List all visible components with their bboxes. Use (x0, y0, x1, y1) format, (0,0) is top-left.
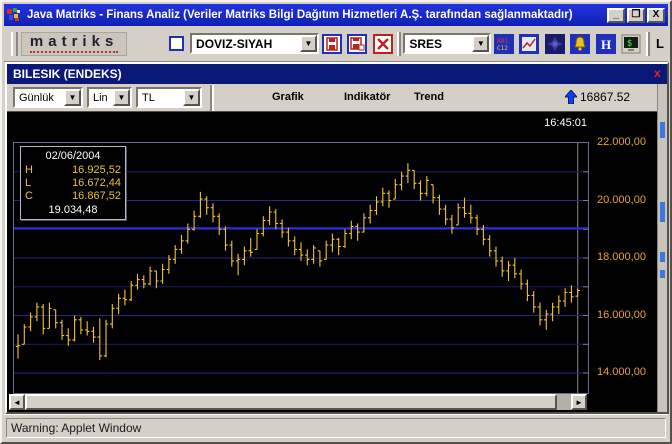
matrix-star-icon (545, 34, 565, 54)
study-select-value: SRES (409, 37, 442, 51)
symbol-select-value: DOVIZ-SIYAH (196, 37, 272, 51)
chart-body: 16:45:01 22.000,00 20.000,00 18.000,00 16.0… (7, 112, 657, 412)
save-icon (322, 34, 342, 54)
menu-indikator[interactable]: Indikatör (344, 91, 390, 103)
chart-title: BILESIK (ENDEKS) (13, 67, 122, 81)
legend-low-row: L 16.672,44 (25, 177, 121, 189)
legend-close-row: C 16.867,52 (25, 190, 121, 202)
symbol-checkbox[interactable] (169, 36, 184, 51)
chart-icon (519, 34, 539, 54)
maximize-button[interactable]: ❒ (627, 8, 645, 23)
currency-select[interactable]: TL ▼ (136, 87, 202, 108)
last-price-box: 16867.52 (565, 90, 630, 104)
delete-x-icon (373, 34, 393, 54)
logo-text: matriks (30, 34, 118, 53)
status-bar: Warning: Applet Window (4, 414, 668, 440)
chevron-down-icon[interactable]: ▼ (300, 35, 317, 52)
chevron-down-icon[interactable]: ▼ (64, 89, 81, 106)
scrollbar-thumb[interactable] (25, 394, 557, 410)
last-price-value: 16867.52 (580, 90, 630, 104)
scroll-left-icon[interactable]: ◄ (9, 394, 25, 410)
currency-select-value: TL (142, 92, 155, 104)
legend-close-value: 16.867,52 (72, 190, 121, 202)
scale-select-value: Lin (93, 92, 108, 104)
menu-grafik[interactable]: Grafik (272, 91, 304, 103)
legend-date: 02/06/2004 (25, 150, 121, 162)
menu-trend[interactable]: Trend (414, 91, 444, 103)
horizontal-scrollbar[interactable]: ◄ ► (9, 394, 587, 410)
close-button[interactable]: X (647, 8, 665, 23)
save-as-button[interactable] (346, 33, 367, 55)
monitor-dollar-icon: $ (621, 34, 641, 54)
bell-icon (570, 34, 590, 54)
legend-high-label: H (25, 164, 39, 176)
y-axis-label: 22.000,00 (597, 136, 646, 148)
alarm-button[interactable] (570, 33, 591, 55)
legend-box: 02/06/2004 H 16.925,52 L 16.672,44 C 16.… (20, 146, 126, 220)
chart-titlebar[interactable]: BILESIK (ENDEKS) x (7, 64, 667, 84)
chart-toolbar-separator (210, 85, 214, 111)
app-window: Java Matriks - Finans Analiz (Veriler Ma… (0, 0, 672, 444)
quote-list-icon: AB1 C12 (494, 34, 514, 54)
up-arrow-icon (565, 90, 577, 104)
mini-scrollbar[interactable] (657, 84, 667, 412)
save-button[interactable] (321, 33, 342, 55)
legend-low-value: 16.672,44 (72, 177, 121, 189)
toolbar-grip[interactable] (11, 32, 18, 56)
news-button[interactable]: H (595, 33, 616, 55)
svg-text:C12: C12 (497, 45, 508, 52)
svg-text:$: $ (627, 39, 632, 49)
period-select[interactable]: Günlük ▼ (13, 87, 83, 108)
clock-label: 16:45:01 (477, 117, 587, 129)
chart-toolbar: Günlük ▼ Lin ▼ TL ▼ Grafik Indikatör Tre… (7, 84, 667, 112)
y-axis-label: 18.000,00 (597, 251, 646, 263)
minimize-button[interactable]: _ (607, 8, 625, 23)
scroll-right-icon[interactable]: ► (571, 394, 587, 410)
svg-text:AB1: AB1 (497, 38, 508, 45)
svg-text:H: H (601, 37, 611, 52)
chart-close-icon[interactable]: x (654, 67, 661, 81)
legend-high-row: H 16.925,52 (25, 164, 121, 176)
chart-button[interactable] (519, 33, 540, 55)
chevron-down-icon[interactable]: ▼ (472, 35, 489, 52)
y-axis: 22.000,0020.000,0018.000,0016.000,0014.0… (595, 142, 661, 394)
matrix-button[interactable] (544, 33, 565, 55)
scrollbar-track[interactable] (557, 394, 571, 410)
quote-list-button[interactable]: AB1 C12 (493, 33, 514, 55)
period-select-value: Günlük (19, 92, 54, 104)
legend-indicator-value: 19.034,48 (25, 204, 121, 216)
toolbar-separator (646, 32, 650, 56)
legend-high-value: 16.925,52 (72, 164, 121, 176)
toolbar-separator (397, 32, 401, 56)
legend-low-label: L (25, 177, 39, 189)
y-axis-label: 20.000,00 (597, 194, 646, 206)
matriks-logo: matriks (21, 32, 127, 56)
chevron-down-icon[interactable]: ▼ (183, 89, 200, 106)
chevron-down-icon[interactable]: ▼ (113, 89, 130, 106)
market-monitor-button[interactable]: $ (621, 33, 642, 55)
study-select[interactable]: SRES ▼ (403, 33, 491, 54)
save-as-icon (347, 34, 367, 54)
letter-h-icon: H (596, 34, 616, 54)
titlebar[interactable]: Java Matriks - Finans Analiz (Veriler Ma… (4, 4, 668, 26)
overflow-label[interactable]: L (656, 36, 664, 51)
legend-close-label: C (25, 190, 39, 202)
y-axis-label: 16.000,00 (597, 309, 646, 321)
window-title: Java Matriks - Finans Analiz (Veriler Ma… (27, 9, 605, 21)
scale-select[interactable]: Lin ▼ (87, 87, 132, 108)
app-icon (7, 7, 23, 23)
delete-button[interactable] (372, 33, 393, 55)
symbol-select[interactable]: DOVIZ-SIYAH ▼ (190, 33, 319, 54)
main-toolbar: matriks DOVIZ-SIYAH ▼ (4, 26, 668, 62)
status-text: Warning: Applet Window (6, 418, 666, 438)
chart-window: BILESIK (ENDEKS) x Günlük ▼ Lin ▼ TL ▼ G… (5, 62, 669, 414)
y-axis-label: 14.000,00 (597, 366, 646, 378)
